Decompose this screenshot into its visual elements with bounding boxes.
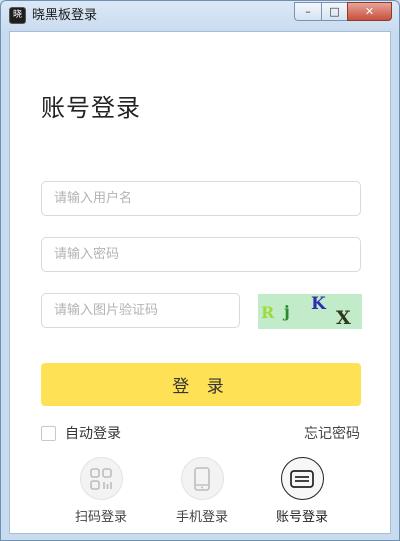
account-login-label: 账号登录 bbox=[275, 510, 328, 525]
captcha-image[interactable]: R j K X bbox=[258, 294, 362, 329]
close-button[interactable]: ✕ bbox=[347, 2, 392, 21]
auto-login-label[interactable]: 自动登录 bbox=[65, 423, 121, 443]
password-input[interactable] bbox=[42, 238, 360, 271]
captcha-char: R bbox=[261, 303, 275, 322]
qr-login-label: 扫码登录 bbox=[74, 510, 127, 525]
captcha-char: K bbox=[311, 294, 326, 314]
auto-login-checkbox[interactable] bbox=[41, 425, 56, 441]
captcha-char: j bbox=[284, 302, 290, 321]
login-panel: 账号登录 R j K X 登 录 自动登录 忘记密码 bbox=[9, 31, 391, 534]
captcha-field[interactable] bbox=[41, 293, 240, 328]
app-logo-icon: 晓 bbox=[9, 7, 26, 24]
window-controls: – □ ✕ bbox=[294, 2, 392, 22]
qr-icon[interactable] bbox=[79, 457, 123, 500]
minimize-button[interactable]: – bbox=[294, 2, 321, 21]
qr-login-option[interactable]: 扫码登录 bbox=[66, 457, 136, 525]
captcha-char: X bbox=[336, 307, 351, 329]
login-button[interactable]: 登 录 bbox=[41, 363, 361, 406]
login-window: 晓 晓黑板登录 – □ ✕ 账号登录 R j K X 登 录 自动登录 忘记 bbox=[0, 0, 400, 541]
phone-login-label: 手机登录 bbox=[175, 510, 228, 525]
title-bar[interactable]: 晓 晓黑板登录 – □ ✕ bbox=[1, 1, 399, 31]
username-field[interactable] bbox=[41, 181, 361, 216]
password-field[interactable] bbox=[41, 237, 361, 272]
forgot-password-link[interactable]: 忘记密码 bbox=[304, 423, 360, 443]
username-input[interactable] bbox=[42, 182, 360, 215]
account-card-icon[interactable] bbox=[280, 457, 324, 500]
phone-login-option[interactable]: 手机登录 bbox=[167, 457, 237, 525]
page-title: 账号登录 bbox=[41, 94, 141, 122]
window-title: 晓黑板登录 bbox=[32, 8, 98, 23]
phone-icon[interactable] bbox=[180, 457, 224, 500]
maximize-button[interactable]: □ bbox=[321, 2, 347, 21]
captcha-input[interactable] bbox=[42, 294, 239, 327]
account-login-option[interactable]: 账号登录 bbox=[267, 457, 337, 525]
auto-login-option[interactable]: 自动登录 bbox=[41, 423, 121, 443]
